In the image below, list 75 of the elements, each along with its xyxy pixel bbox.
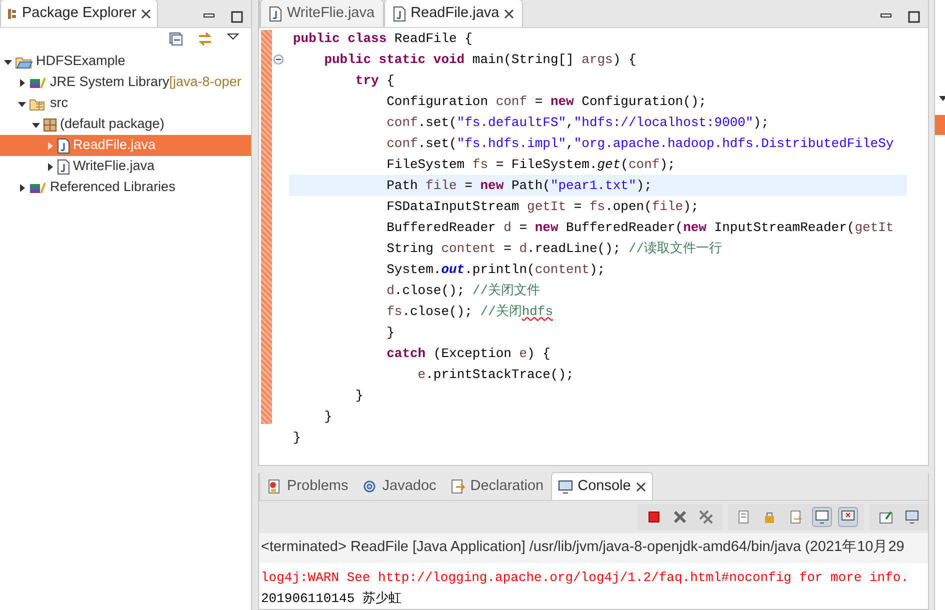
- editor-tab[interactable]: WriteFlie.java: [260, 0, 384, 27]
- pin-icon: [879, 510, 893, 524]
- collapse-icon[interactable]: [273, 54, 284, 65]
- code-line: conf.set("fs.hdfs.impl","org.apache.hadoop.hdfs.DistributedFileSy: [386, 135, 895, 153]
- x-icon: [673, 510, 687, 524]
- lock-icon: [763, 510, 777, 524]
- code-line: }: [323, 408, 333, 426]
- package-explorer-tab[interactable]: Package Explorer: [0, 0, 158, 27]
- editor-tab[interactable]: ReadFile.java: [384, 0, 524, 27]
- maximize-icon[interactable]: [231, 11, 243, 23]
- code-line: }: [354, 387, 364, 405]
- code-line: BufferedReader d = new BufferedReader(new InputStreamReader(getIt: [386, 219, 895, 237]
- code-line: public static void main(String[] args) {: [323, 51, 638, 69]
- collapse-all-icon[interactable]: [169, 32, 183, 46]
- code-line: FSDataInputStream getIt = fs.open(file);: [386, 198, 700, 216]
- document-icon: [737, 510, 751, 524]
- view-menu-icon[interactable]: [227, 32, 239, 42]
- java-file-icon: [57, 138, 70, 154]
- package-folder-icon: [29, 96, 47, 110]
- collapsed-arrow-icon: [45, 162, 55, 172]
- tree-item[interactable]: WriteFlie.java: [0, 156, 251, 177]
- console-header: <terminated> ReadFile [Java Application] /usr/lib/jvm/java-8-openjdk-amd64/bin/java (2021年10月29: [259, 533, 928, 563]
- code-line: System.out.println(content);: [386, 261, 606, 279]
- tree-item[interactable]: src: [0, 93, 251, 114]
- tree-item[interactable]: HDFSExample: [0, 51, 251, 72]
- code-line: d.close(); //关闭文件: [386, 282, 542, 300]
- code-line: e.printStackTrace();: [416, 366, 575, 384]
- view-tab[interactable]: Problems: [260, 472, 356, 500]
- selected-row-strip: [935, 115, 945, 135]
- code-line: Configuration conf = new Configuration();: [386, 93, 708, 111]
- monitor-icon: [815, 510, 829, 524]
- java-file-icon: [269, 6, 282, 22]
- link-arrows-icon[interactable]: [197, 32, 213, 46]
- close-icon: [504, 8, 514, 18]
- double-x-icon: [698, 509, 714, 526]
- code-line: try {: [354, 72, 396, 90]
- monitor-icon: [905, 510, 919, 524]
- java-file-icon: [57, 158, 70, 174]
- close-icon: [636, 482, 646, 492]
- code-line: }: [292, 429, 302, 447]
- console-output-line: log4j:WARN See http://logging.apache.org/log4j/1.2/faq.html#noconfig for more info.: [260, 569, 910, 587]
- code-line: fs.close(); //关闭hdfs: [386, 303, 554, 321]
- code-line: }: [386, 324, 396, 342]
- close-icon[interactable]: [141, 8, 152, 18]
- view-tab[interactable]: Javadoc: [355, 472, 444, 500]
- show-on-output-button[interactable]: [812, 507, 832, 528]
- collapsed-arrow-icon: [17, 78, 27, 88]
- tree-item[interactable]: JRE System Library[java-8-oper: [0, 72, 251, 93]
- code-line: String content = d.readLine(); //读取文件一行: [386, 240, 724, 258]
- tree-item[interactable]: Referenced Libraries: [0, 177, 251, 198]
- maximize-icon[interactable]: [908, 11, 920, 23]
- view-tab[interactable]: Declaration: [443, 472, 551, 500]
- console-output-line: 201906110145 苏少虹: [260, 590, 402, 608]
- package-icon: [7, 8, 17, 20]
- package-icon: [43, 118, 57, 132]
- at-sign-icon: [362, 479, 378, 494]
- view-title: Package Explorer: [22, 4, 136, 23]
- code-line: conf.set("fs.defaultFS","hdfs://localhost:9000");: [386, 114, 770, 132]
- problems-icon: [267, 479, 282, 494]
- show-on-error-button[interactable]: [838, 507, 858, 528]
- expand-arrow-icon: [939, 95, 945, 104]
- books-icon: [29, 180, 47, 194]
- java-file-icon: [392, 6, 406, 22]
- books-icon: [29, 76, 47, 90]
- collapsed-arrow-icon: [17, 182, 27, 192]
- stop-icon: [648, 511, 660, 524]
- code-line: catch (Exception e) {: [386, 345, 552, 363]
- tree-item[interactable]: (default package): [0, 114, 251, 135]
- declaration-icon: [450, 479, 466, 494]
- code-line: public class ReadFile {: [292, 30, 474, 48]
- code-line: FileSystem fs = FileSystem.get(conf);: [386, 156, 676, 174]
- view-tab[interactable]: Console: [550, 472, 653, 500]
- console-icon: [558, 479, 573, 494]
- document-icon: [789, 510, 803, 524]
- collapsed-arrow-icon: [45, 140, 55, 150]
